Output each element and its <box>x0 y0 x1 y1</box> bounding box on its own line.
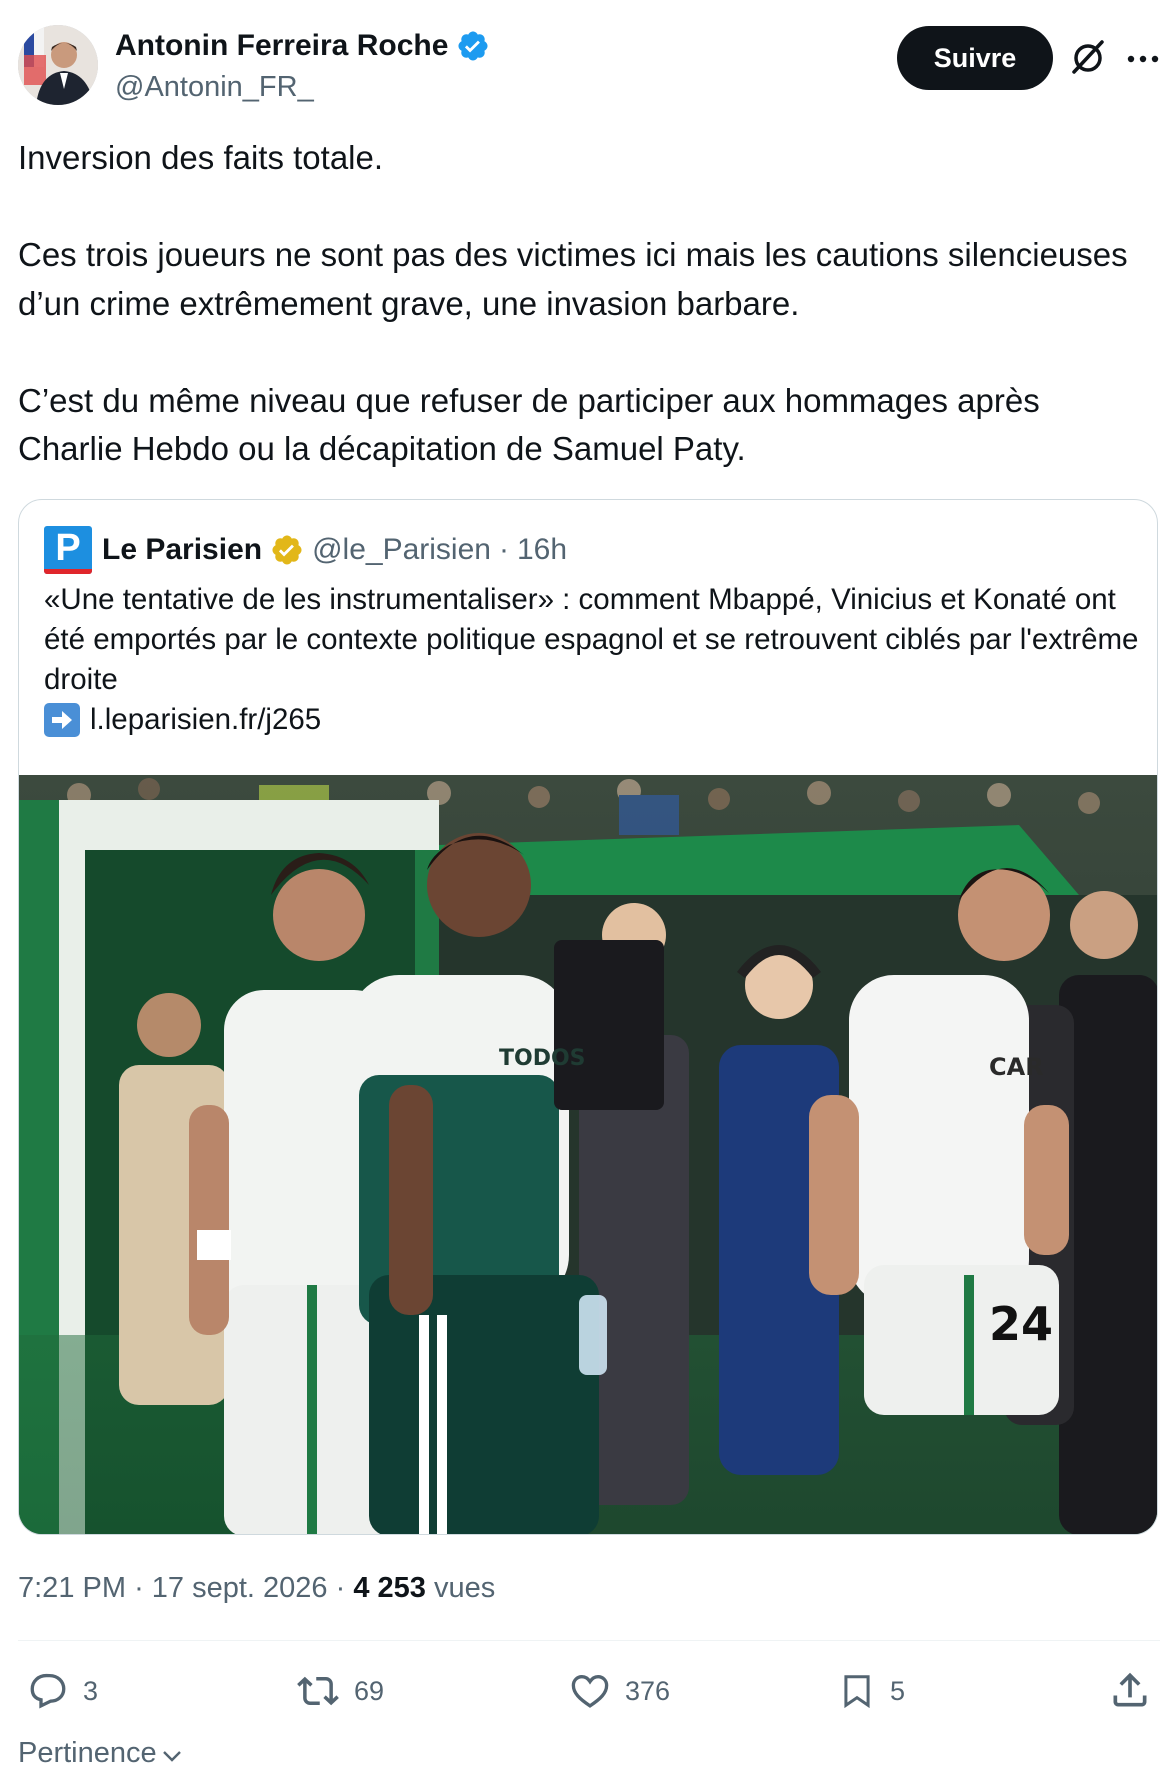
tweet-paragraph: Ces trois joueurs ne sont pas des victim… <box>18 236 1128 322</box>
logo-letter: P <box>55 527 81 569</box>
repost-icon <box>297 1676 339 1706</box>
grok-icon[interactable] <box>1068 38 1108 78</box>
logo-underline <box>44 569 92 574</box>
like-count: 376 <box>625 1675 671 1706</box>
verified-badge-icon <box>456 29 490 63</box>
quoted-tweet-card[interactable]: P Le Parisien @le_Parisien · 16h «Une te… <box>18 499 1158 1535</box>
share-icon <box>1113 1672 1147 1707</box>
separator-dot: · <box>134 1572 144 1604</box>
more-icon[interactable] <box>1123 44 1163 74</box>
quote-body: «Une tentative de les instrumentaliser» … <box>44 583 1139 696</box>
reply-button[interactable]: 3 <box>27 1666 98 1716</box>
quote-author-name[interactable]: Le Parisien <box>102 530 262 570</box>
share-button[interactable] <box>1108 1668 1152 1712</box>
follow-button[interactable]: Suivre <box>897 26 1053 90</box>
quote-author-handle[interactable]: @le_Parisien <box>312 530 491 570</box>
bookmark-count: 5 <box>890 1675 906 1706</box>
quote-link-row: l.leparisien.fr/j265 <box>44 700 1144 740</box>
jersey-text: CAR <box>989 1053 1044 1081</box>
chevron-down-icon <box>162 1751 181 1762</box>
shorts-number: 24 <box>989 1297 1053 1351</box>
quote-header: Le Parisien @le_Parisien · 16h <box>102 530 567 570</box>
quote-avatar-logo[interactable]: P <box>44 526 92 574</box>
gold-badge-icon <box>270 533 304 567</box>
repost-button[interactable]: 69 <box>296 1666 384 1716</box>
like-icon <box>571 1674 609 1708</box>
tweet-paragraph: C’est du même niveau que refuser de part… <box>18 381 1040 468</box>
author-handle[interactable]: @Antonin_FR_ <box>115 69 314 105</box>
sort-dropdown[interactable]: Pertinence <box>18 1734 183 1772</box>
author-name-row[interactable]: Antonin Ferreira Roche <box>115 28 490 64</box>
tweet-date[interactable]: 17 sept. 2026 <box>152 1572 328 1604</box>
tweet-time[interactable]: 7:21 PM <box>18 1572 126 1604</box>
views-count: 4 253 <box>353 1572 426 1604</box>
quote-timestamp[interactable]: 16h <box>517 530 567 570</box>
jersey-text: TODOS <box>499 1046 586 1071</box>
sort-label: Pertinence <box>18 1737 157 1769</box>
tweet-paragraph: Inversion des faits totale. <box>18 139 384 176</box>
divider <box>18 1640 1160 1641</box>
arrow-right-icon <box>44 703 80 737</box>
avatar[interactable] <box>18 25 98 105</box>
reply-icon <box>30 1673 66 1709</box>
quote-text: «Une tentative de les instrumentaliser» … <box>44 580 1144 740</box>
like-button[interactable]: 376 <box>569 1666 670 1716</box>
reply-count: 3 <box>83 1675 99 1706</box>
quote-link[interactable]: l.leparisien.fr/j265 <box>90 700 321 740</box>
author-name[interactable]: Antonin Ferreira Roche <box>115 28 448 64</box>
bookmark-button[interactable]: 5 <box>838 1666 905 1716</box>
tweet-text: Inversion des faits totale. Ces trois jo… <box>18 134 1148 474</box>
views-label: vues <box>434 1572 496 1604</box>
repost-count: 69 <box>354 1675 385 1706</box>
separator-dot: · <box>498 533 509 566</box>
separator-dot: · <box>335 1572 346 1604</box>
quote-photo[interactable]: TODOS CAR 24 <box>19 775 1157 1534</box>
bookmark-icon <box>844 1675 870 1709</box>
tweet-meta: 7:21 PM · 17 sept. 2026 · 4 253 vues <box>18 1568 495 1608</box>
